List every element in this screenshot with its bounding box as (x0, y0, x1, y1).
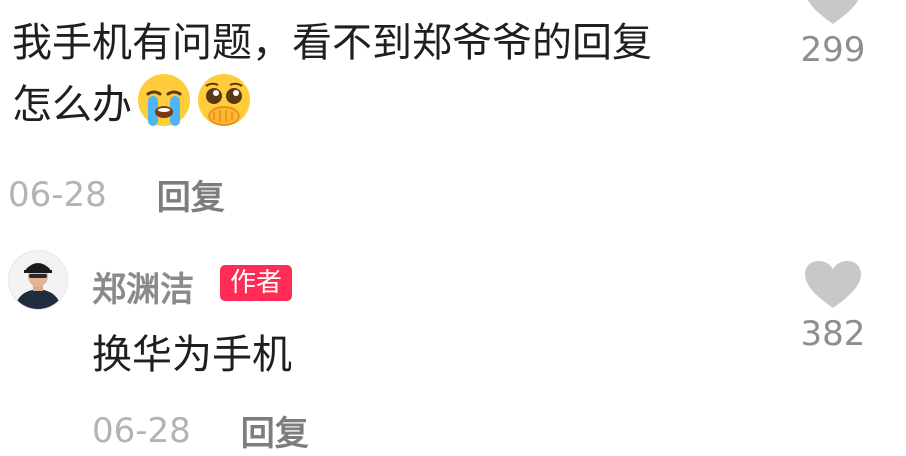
reply-button[interactable]: 回复 (241, 406, 309, 455)
heart-icon[interactable] (803, 0, 863, 26)
comment-text-line1: 我手机有问题，看不到郑爷爷的回复 (12, 20, 652, 66)
comment-body: 我手机有问题，看不到郑爷爷的回复 怎么办 (12, 14, 772, 144)
avatar[interactable] (8, 250, 68, 310)
reply-like[interactable]: 382 (788, 260, 878, 354)
pleading-face-hands-emoji-icon (196, 72, 252, 144)
comment-date: 06-28 (8, 174, 107, 215)
like-count: 299 (800, 30, 866, 70)
like-count: 382 (800, 314, 866, 354)
comment-meta: 06-28 回复 (8, 170, 225, 219)
crying-face-emoji-icon (136, 72, 192, 144)
reply-meta: 06-28 回复 (92, 406, 309, 455)
author-name[interactable]: 郑渊洁 (92, 262, 194, 311)
heart-icon[interactable] (803, 260, 863, 310)
reply-body: 换华为手机 (92, 332, 292, 378)
comment-text-line2: 怎么办 (12, 82, 132, 128)
reply-button[interactable]: 回复 (157, 170, 225, 219)
reply-date: 06-28 (92, 410, 191, 451)
author-badge: 作者 (220, 265, 293, 301)
comment-thread: 我手机有问题，看不到郑爷爷的回复 怎么办 299 06-28 回复 郑渊洁 作者… (0, 0, 906, 456)
comment-like[interactable]: 299 (788, 0, 878, 70)
